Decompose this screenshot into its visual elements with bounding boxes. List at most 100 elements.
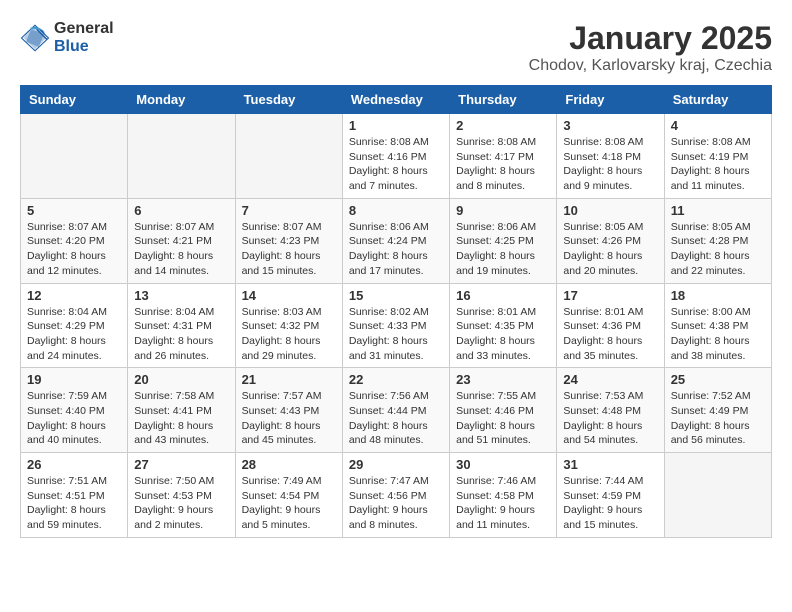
location: Chodov, Karlovarsky kraj, Czechia — [529, 57, 772, 75]
day-info: Sunrise: 7:50 AM Sunset: 4:53 PM Dayligh… — [134, 474, 228, 533]
day-info: Sunrise: 7:49 AM Sunset: 4:54 PM Dayligh… — [242, 474, 336, 533]
calendar-cell: 14Sunrise: 8:03 AM Sunset: 4:32 PM Dayli… — [235, 283, 342, 368]
calendar-cell: 23Sunrise: 7:55 AM Sunset: 4:46 PM Dayli… — [450, 368, 557, 453]
day-info: Sunrise: 7:57 AM Sunset: 4:43 PM Dayligh… — [242, 389, 336, 448]
calendar-cell: 20Sunrise: 7:58 AM Sunset: 4:41 PM Dayli… — [128, 368, 235, 453]
calendar-week-5: 26Sunrise: 7:51 AM Sunset: 4:51 PM Dayli… — [21, 453, 772, 538]
day-number: 8 — [349, 203, 443, 218]
day-info: Sunrise: 7:44 AM Sunset: 4:59 PM Dayligh… — [563, 474, 657, 533]
calendar-cell: 22 Sunrise: 7:56 AM Sunset: 4:44 PM Dayli… — [342, 368, 449, 453]
calendar-cell — [664, 453, 771, 538]
day-number: 28 — [242, 457, 336, 472]
day-number: 26 — [27, 457, 121, 472]
calendar-cell — [21, 114, 128, 199]
day-number: 31 — [563, 457, 657, 472]
day-info: Sunrise: 8:07 AM Sunset: 4:20 PM Dayligh… — [27, 220, 121, 279]
day-info: Sunrise: 8:05 AM Sunset: 4:26 PM Dayligh… — [563, 220, 657, 279]
weekday-header-thursday: Thursday — [450, 86, 557, 114]
day-info: Sunrise: 7:58 AM Sunset: 4:41 PM Dayligh… — [134, 389, 228, 448]
title-area: January 2025 Chodov, Karlovarsky kraj, C… — [529, 20, 772, 75]
calendar-cell: 27Sunrise: 7:50 AM Sunset: 4:53 PM Dayli… — [128, 453, 235, 538]
day-info: Sunrise: 7:53 AM Sunset: 4:48 PM Dayligh… — [563, 389, 657, 448]
day-number: 12 — [27, 288, 121, 303]
day-number: 16 — [456, 288, 550, 303]
weekday-header-wednesday: Wednesday — [342, 86, 449, 114]
day-info: Sunrise: 8:01 AM Sunset: 4:36 PM Dayligh… — [563, 305, 657, 364]
calendar-cell: 11 Sunrise: 8:05 AM Sunset: 4:28 PM Dayli… — [664, 198, 771, 283]
day-number: 30 — [456, 457, 550, 472]
calendar-cell: 8Sunrise: 8:06 AM Sunset: 4:24 PM Daylig… — [342, 198, 449, 283]
page-header: General Blue January 2025 Chodov, Karlov… — [20, 20, 772, 75]
day-info: Sunrise: 7:55 AM Sunset: 4:46 PM Dayligh… — [456, 389, 550, 448]
month-title: January 2025 — [529, 20, 772, 57]
weekday-header-friday: Friday — [557, 86, 664, 114]
calendar-cell: 26Sunrise: 7:51 AM Sunset: 4:51 PM Dayli… — [21, 453, 128, 538]
day-info: Sunrise: 8:08 AM Sunset: 4:16 PM Dayligh… — [349, 135, 443, 194]
day-info: Sunrise: 8:08 AM Sunset: 4:19 PM Dayligh… — [671, 135, 765, 194]
day-number: 9 — [456, 203, 550, 218]
calendar-table: SundayMondayTuesdayWednesdayThursdayFrid… — [20, 85, 772, 538]
calendar-cell — [128, 114, 235, 199]
calendar-cell: 3 Sunrise: 8:08 AM Sunset: 4:18 PM Daylig… — [557, 114, 664, 199]
day-number: 5 — [27, 203, 121, 218]
day-info: Sunrise: 8:02 AM Sunset: 4:33 PM Dayligh… — [349, 305, 443, 364]
calendar-cell: 15 Sunrise: 8:02 AM Sunset: 4:33 PM Dayli… — [342, 283, 449, 368]
day-info: Sunrise: 7:56 AM Sunset: 4:44 PM Dayligh… — [349, 389, 443, 448]
day-number: 4 — [671, 118, 765, 133]
calendar-week-3: 12 Sunrise: 8:04 AM Sunset: 4:29 PM Dayli… — [21, 283, 772, 368]
logo-icon — [20, 23, 50, 53]
calendar-cell: 2 Sunrise: 8:08 AM Sunset: 4:17 PM Daylig… — [450, 114, 557, 199]
calendar-cell: 1 Sunrise: 8:08 AM Sunset: 4:16 PM Daylig… — [342, 114, 449, 199]
day-info: Sunrise: 8:08 AM Sunset: 4:18 PM Dayligh… — [563, 135, 657, 194]
calendar-cell: 13 Sunrise: 8:04 AM Sunset: 4:31 PM Dayli… — [128, 283, 235, 368]
day-number: 22 — [349, 372, 443, 387]
day-number: 2 — [456, 118, 550, 133]
calendar-cell: 18 Sunrise: 8:00 AM Sunset: 4:38 PM Dayli… — [664, 283, 771, 368]
logo-blue-text: Blue — [54, 38, 114, 56]
day-info: Sunrise: 8:07 AM Sunset: 4:23 PM Dayligh… — [242, 220, 336, 279]
day-info: Sunrise: 8:08 AM Sunset: 4:17 PM Dayligh… — [456, 135, 550, 194]
weekday-header-sunday: Sunday — [21, 86, 128, 114]
day-info: Sunrise: 8:03 AM Sunset: 4:32 PM Dayligh… — [242, 305, 336, 364]
calendar-cell: 31 Sunrise: 7:44 AM Sunset: 4:59 PM Dayli… — [557, 453, 664, 538]
day-number: 29 — [349, 457, 443, 472]
day-number: 10 — [563, 203, 657, 218]
day-number: 7 — [242, 203, 336, 218]
weekday-header-saturday: Saturday — [664, 86, 771, 114]
calendar-cell: 5 Sunrise: 8:07 AM Sunset: 4:20 PM Daylig… — [21, 198, 128, 283]
calendar-body: 1 Sunrise: 8:08 AM Sunset: 4:16 PM Daylig… — [21, 114, 772, 538]
day-number: 17 — [563, 288, 657, 303]
calendar-cell: 16 Sunrise: 8:01 AM Sunset: 4:35 PM Dayli… — [450, 283, 557, 368]
calendar-cell: 30Sunrise: 7:46 AM Sunset: 4:58 PM Dayli… — [450, 453, 557, 538]
day-info: Sunrise: 8:00 AM Sunset: 4:38 PM Dayligh… — [671, 305, 765, 364]
day-number: 15 — [349, 288, 443, 303]
day-info: Sunrise: 8:05 AM Sunset: 4:28 PM Dayligh… — [671, 220, 765, 279]
day-number: 25 — [671, 372, 765, 387]
logo-text: General Blue — [54, 20, 114, 55]
day-info: Sunrise: 8:04 AM Sunset: 4:31 PM Dayligh… — [134, 305, 228, 364]
day-number: 3 — [563, 118, 657, 133]
calendar-cell: 28 Sunrise: 7:49 AM Sunset: 4:54 PM Dayli… — [235, 453, 342, 538]
logo-general-text: General — [54, 20, 114, 38]
day-number: 11 — [671, 203, 765, 218]
calendar-cell — [235, 114, 342, 199]
calendar-cell: 25Sunrise: 7:52 AM Sunset: 4:49 PM Dayli… — [664, 368, 771, 453]
day-number: 24 — [563, 372, 657, 387]
day-info: Sunrise: 8:04 AM Sunset: 4:29 PM Dayligh… — [27, 305, 121, 364]
calendar-header: SundayMondayTuesdayWednesdayThursdayFrid… — [21, 86, 772, 114]
calendar-cell: 21 Sunrise: 7:57 AM Sunset: 4:43 PM Dayli… — [235, 368, 342, 453]
calendar-cell: 4 Sunrise: 8:08 AM Sunset: 4:19 PM Daylig… — [664, 114, 771, 199]
calendar-cell: 6 Sunrise: 8:07 AM Sunset: 4:21 PM Daylig… — [128, 198, 235, 283]
day-number: 13 — [134, 288, 228, 303]
calendar-week-1: 1 Sunrise: 8:08 AM Sunset: 4:16 PM Daylig… — [21, 114, 772, 199]
day-number: 18 — [671, 288, 765, 303]
calendar-week-2: 5 Sunrise: 8:07 AM Sunset: 4:20 PM Daylig… — [21, 198, 772, 283]
day-info: Sunrise: 8:01 AM Sunset: 4:35 PM Dayligh… — [456, 305, 550, 364]
calendar-cell: 29Sunrise: 7:47 AM Sunset: 4:56 PM Dayli… — [342, 453, 449, 538]
calendar-cell: 24 Sunrise: 7:53 AM Sunset: 4:48 PM Dayli… — [557, 368, 664, 453]
day-number: 21 — [242, 372, 336, 387]
day-number: 1 — [349, 118, 443, 133]
calendar-cell: 12 Sunrise: 8:04 AM Sunset: 4:29 PM Dayli… — [21, 283, 128, 368]
day-info: Sunrise: 8:07 AM Sunset: 4:21 PM Dayligh… — [134, 220, 228, 279]
day-number: 6 — [134, 203, 228, 218]
